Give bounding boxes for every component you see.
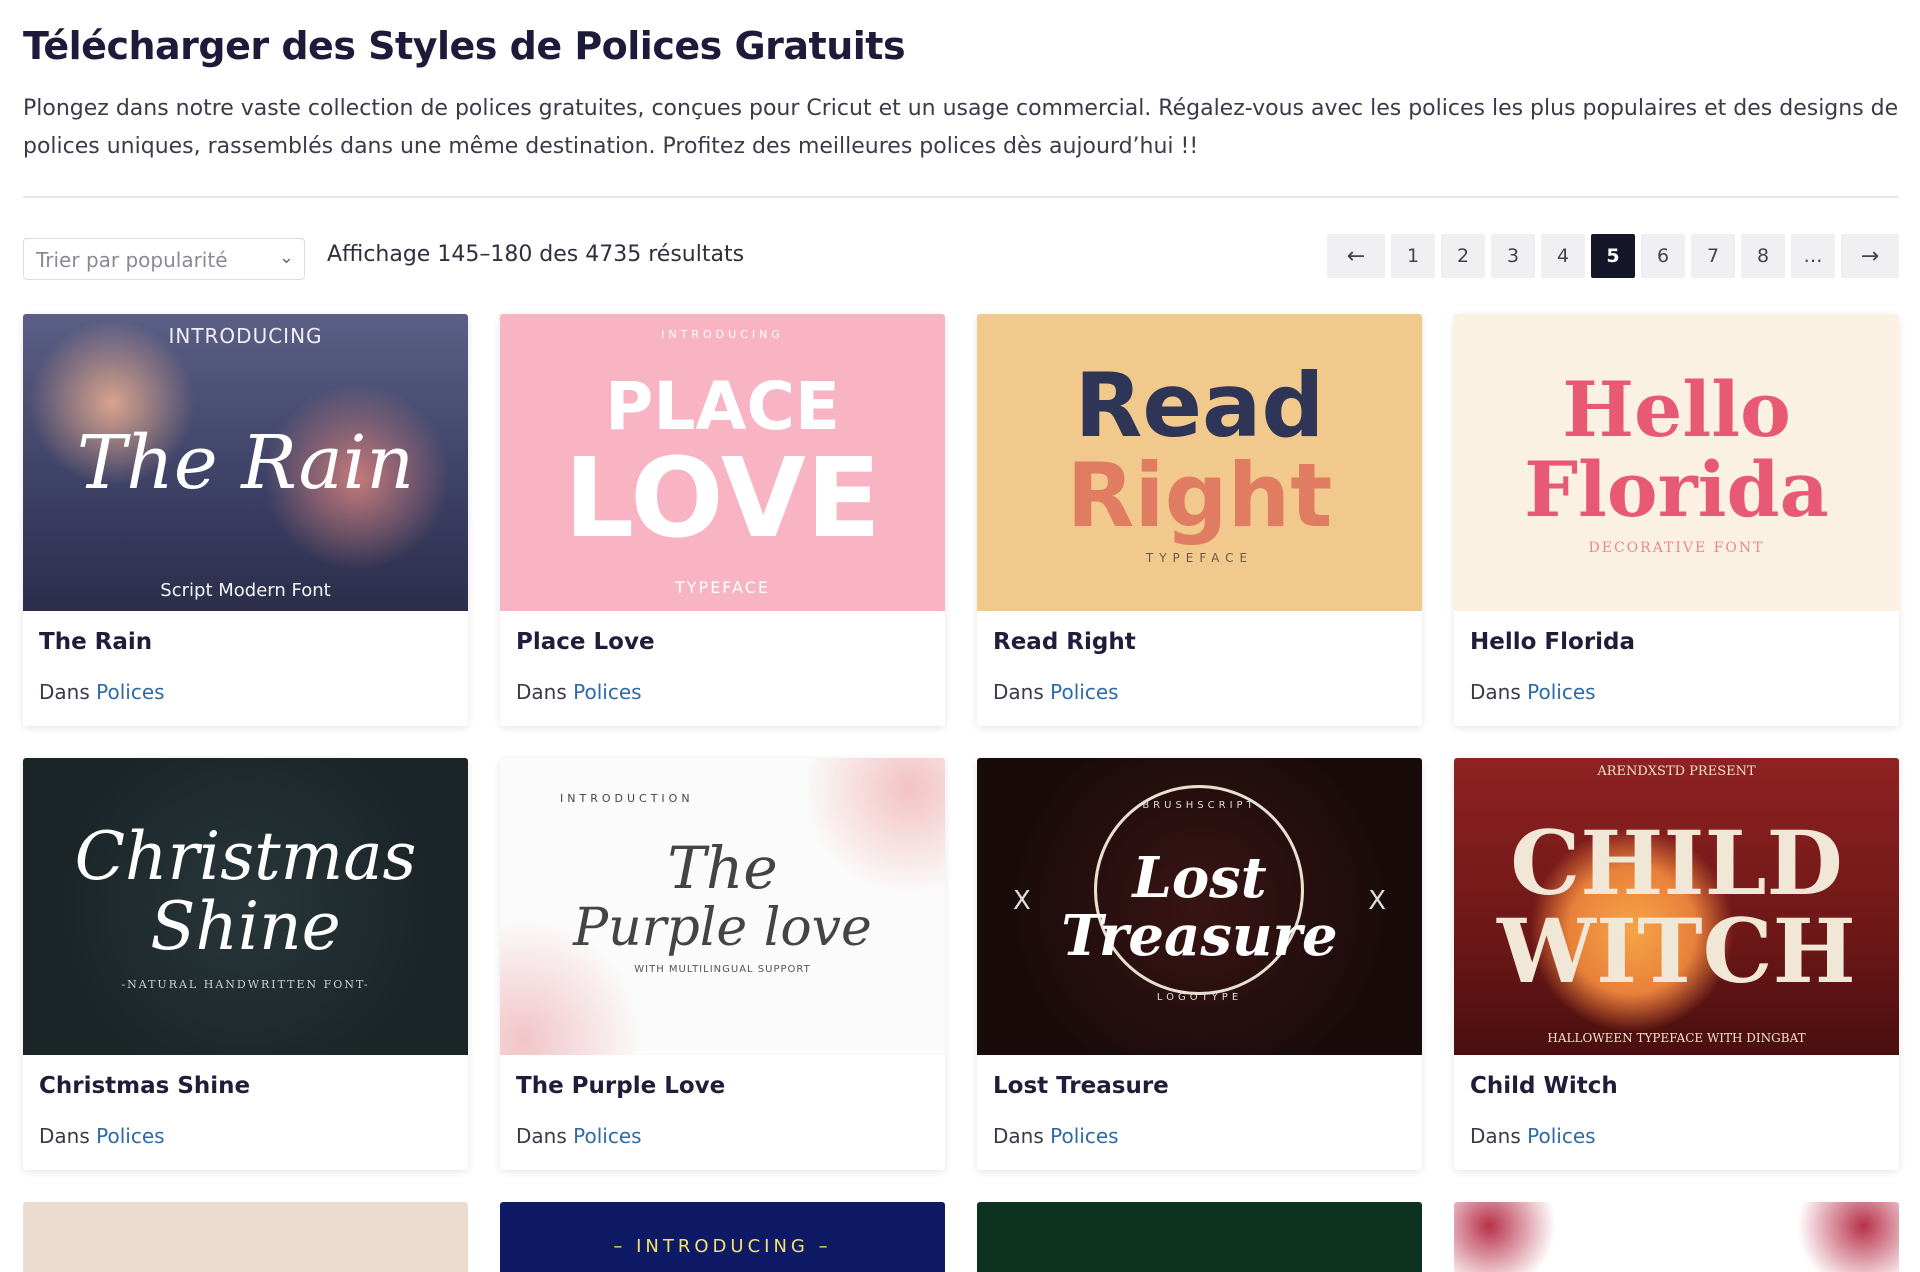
product-card[interactable]: INTRODUCING The Rain Script Modern Font … bbox=[23, 314, 468, 726]
divider bbox=[23, 196, 1899, 198]
product-category: Dans Polices bbox=[1470, 680, 1596, 704]
pagination-next-button[interactable]: → bbox=[1841, 234, 1899, 278]
sort-select[interactable]: Trier par popularité ⌄ bbox=[23, 238, 305, 280]
product-category: Dans Polices bbox=[516, 680, 642, 704]
product-thumbnail[interactable]: BRUSHSCRIPT Lost Treasure LOGOTYPE X X bbox=[977, 758, 1422, 1055]
thumb-title-text: Read bbox=[1074, 353, 1325, 457]
product-category: Dans Polices bbox=[993, 1124, 1119, 1148]
pagination-page-1[interactable]: 1 bbox=[1391, 234, 1435, 278]
product-card[interactable]: INTRODUCTION The Purple love WITH MULTIL… bbox=[500, 758, 945, 1170]
thumb-title-text-2: Right bbox=[1066, 443, 1333, 547]
product-thumbnail[interactable]: INTRODUCTION The Purple love WITH MULTIL… bbox=[500, 758, 945, 1055]
thumb-title-text-2: LOVE bbox=[563, 433, 881, 562]
pagination-page-7[interactable]: 7 bbox=[1691, 234, 1735, 278]
product-thumbnail[interactable]: ARENDXSTD PRESENT CHILD WITCH HALLOWEEN … bbox=[1454, 758, 1899, 1055]
thumb-title-text: CHILD bbox=[1510, 810, 1843, 915]
thumb-top-text: INTRODUCING bbox=[168, 324, 323, 348]
pagination-page-5-current[interactable]: 5 bbox=[1591, 234, 1635, 278]
thumb-title-text: The Rain bbox=[76, 419, 415, 506]
product-card-partial[interactable] bbox=[977, 1202, 1422, 1272]
product-category: Dans Polices bbox=[516, 1124, 642, 1148]
thumb-bottom-text: TYPEFACE bbox=[675, 578, 770, 597]
thumb-title-text: PLACE bbox=[604, 367, 841, 445]
pagination-page-3[interactable]: 3 bbox=[1491, 234, 1535, 278]
thumb-top-text: INTRODUCING bbox=[661, 328, 784, 341]
category-link[interactable]: Polices bbox=[1527, 680, 1595, 704]
chevron-down-icon: ⌄ bbox=[278, 247, 294, 268]
thumb-top-text: – INTRODUCING – bbox=[613, 1236, 832, 1257]
product-title[interactable]: Read Right bbox=[993, 629, 1136, 655]
pagination-page-6[interactable]: 6 bbox=[1641, 234, 1685, 278]
product-card[interactable]: ARENDXSTD PRESENT CHILD WITCH HALLOWEEN … bbox=[1454, 758, 1899, 1170]
product-title[interactable]: The Rain bbox=[39, 629, 152, 655]
product-thumbnail[interactable]: Christmas Shine -NATURAL HANDWRITTEN FON… bbox=[23, 758, 468, 1055]
product-title[interactable]: Child Witch bbox=[1470, 1073, 1618, 1099]
thumb-title-text-2: Florida bbox=[1524, 444, 1829, 534]
thumb-title-text-2: Shine bbox=[150, 888, 341, 965]
product-card-partial[interactable]: – INTRODUCING – bbox=[500, 1202, 945, 1272]
pagination-prev-button[interactable]: ← bbox=[1327, 234, 1385, 278]
page-title: Télécharger des Styles de Polices Gratui… bbox=[23, 24, 906, 68]
thumb-title-text: The bbox=[667, 834, 778, 902]
product-card-partial[interactable] bbox=[1454, 1202, 1899, 1272]
page: Télécharger des Styles de Polices Gratui… bbox=[0, 0, 1920, 1272]
product-title[interactable]: Hello Florida bbox=[1470, 629, 1635, 655]
category-link[interactable]: Polices bbox=[573, 680, 641, 704]
thumb-bottom-text: WITH MULTILINGUAL SUPPORT bbox=[634, 964, 811, 975]
thumb-title-text: Lost bbox=[1132, 844, 1267, 911]
pagination: ← 1 2 3 4 5 6 7 8 … → bbox=[1327, 234, 1899, 278]
thumb-bottom-text: TYPEFACE bbox=[1145, 550, 1254, 565]
pagination-ellipsis: … bbox=[1791, 234, 1835, 278]
thumb-bottom-text: -NATURAL HANDWRITTEN FONT- bbox=[121, 978, 370, 991]
thumb-title-text-2: Purple love bbox=[573, 898, 872, 958]
thumb-bottom-text: LOGOTYPE bbox=[1156, 992, 1243, 1003]
thumb-top-text: BRUSHSCRIPT bbox=[1142, 800, 1257, 811]
product-card[interactable]: Read Right TYPEFACE Read Right Dans Poli… bbox=[977, 314, 1422, 726]
thumb-title-text-2: WITCH bbox=[1497, 898, 1856, 1003]
product-thumbnail[interactable]: INTRODUCING PLACE LOVE TYPEFACE bbox=[500, 314, 945, 611]
thumb-title-text: Hello bbox=[1562, 364, 1791, 454]
pagination-page-8[interactable]: 8 bbox=[1741, 234, 1785, 278]
product-title[interactable]: Place Love bbox=[516, 629, 655, 655]
product-card[interactable]: INTRODUCING PLACE LOVE TYPEFACE Place Lo… bbox=[500, 314, 945, 726]
category-link[interactable]: Polices bbox=[573, 1124, 641, 1148]
product-title[interactable]: Lost Treasure bbox=[993, 1073, 1169, 1099]
thumb-top-text: ARENDXSTD PRESENT bbox=[1597, 764, 1756, 779]
product-thumbnail[interactable]: Read Right TYPEFACE bbox=[977, 314, 1422, 611]
product-card-partial[interactable] bbox=[23, 1202, 468, 1272]
category-link[interactable]: Polices bbox=[1527, 1124, 1595, 1148]
product-category: Dans Polices bbox=[1470, 1124, 1596, 1148]
category-link[interactable]: Polices bbox=[96, 680, 164, 704]
pagination-page-2[interactable]: 2 bbox=[1441, 234, 1485, 278]
page-description: Plongez dans notre vaste collection de p… bbox=[23, 96, 1899, 159]
category-link[interactable]: Polices bbox=[1050, 1124, 1118, 1148]
category-link[interactable]: Polices bbox=[96, 1124, 164, 1148]
product-thumbnail[interactable]: INTRODUCING The Rain Script Modern Font bbox=[23, 314, 468, 611]
sort-select-value: Trier par popularité bbox=[36, 248, 228, 272]
category-link[interactable]: Polices bbox=[1050, 680, 1118, 704]
x-mark-right: X bbox=[1368, 886, 1386, 916]
thumb-bottom-text: HALLOWEEN TYPEFACE WITH DINGBAT bbox=[1547, 1031, 1806, 1045]
results-count: Affichage 145–180 des 4735 résultats bbox=[327, 242, 745, 267]
product-title[interactable]: Christmas Shine bbox=[39, 1073, 250, 1099]
product-thumbnail[interactable]: Hello Florida DECORATIVE FONT bbox=[1454, 314, 1899, 611]
product-title[interactable]: The Purple Love bbox=[516, 1073, 725, 1099]
product-category: Dans Polices bbox=[39, 680, 165, 704]
product-category: Dans Polices bbox=[993, 680, 1119, 704]
thumb-bottom-text: DECORATIVE FONT bbox=[1588, 539, 1765, 556]
product-card[interactable]: Christmas Shine -NATURAL HANDWRITTEN FON… bbox=[23, 758, 468, 1170]
thumb-title-text-2: Treasure bbox=[1061, 902, 1338, 969]
thumb-title-text: Christmas bbox=[74, 818, 417, 895]
product-card[interactable]: Hello Florida DECORATIVE FONT Hello Flor… bbox=[1454, 314, 1899, 726]
product-category: Dans Polices bbox=[39, 1124, 165, 1148]
pagination-page-4[interactable]: 4 bbox=[1541, 234, 1585, 278]
thumb-top-text: INTRODUCTION bbox=[560, 792, 694, 805]
product-card[interactable]: BRUSHSCRIPT Lost Treasure LOGOTYPE X X L… bbox=[977, 758, 1422, 1170]
thumb-bottom-text: Script Modern Font bbox=[160, 580, 331, 601]
x-mark-left: X bbox=[1013, 886, 1031, 916]
